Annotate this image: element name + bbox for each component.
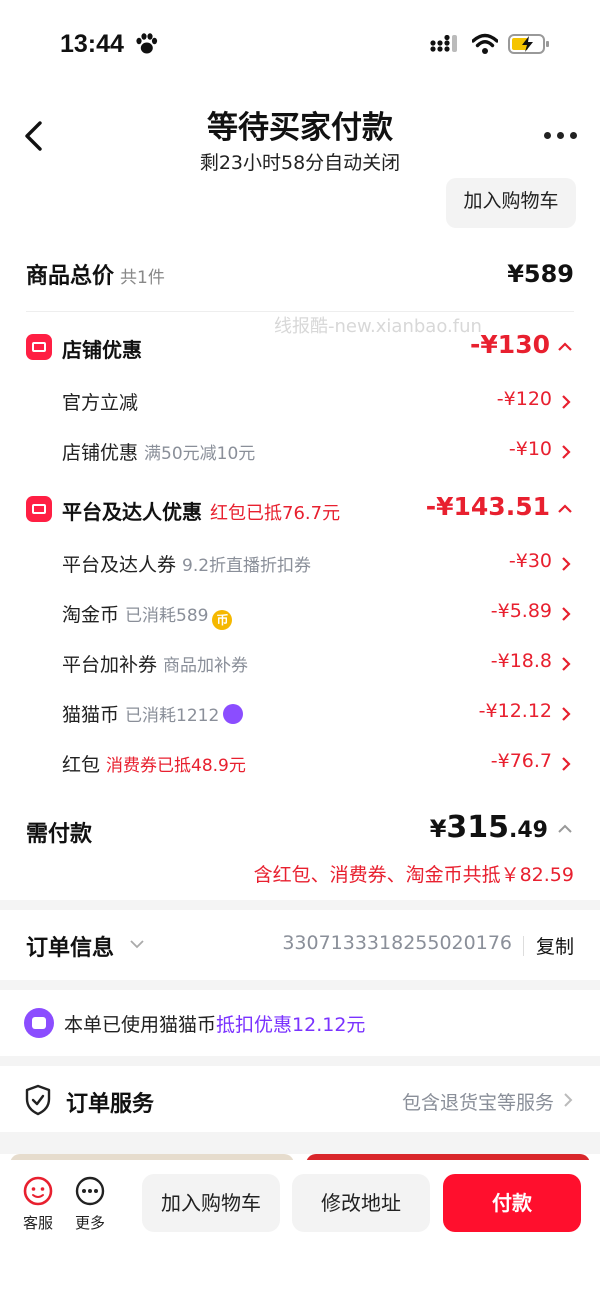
order-number: 3307133318255020176 — [282, 932, 512, 954]
goods-total-row: 商品总价 共1件 ¥589 — [26, 258, 574, 298]
discount-item-platform-bonus[interactable]: 平台加补券 商品加补券 -¥18.8 — [62, 648, 574, 680]
red-packet-tag: 红包已抵76.7元 — [210, 503, 341, 524]
more-button[interactable]: 更多 — [70, 1176, 110, 1233]
chevron-up-icon[interactable] — [558, 340, 572, 354]
catcoin-notice: 本单已使用猫猫币抵扣优惠12.12元 — [24, 1006, 576, 1040]
discount-item-catcoin[interactable]: 猫猫币 已消耗1212 -¥12.12 — [62, 698, 574, 730]
discount-item-sub: 满50元减10元 — [144, 444, 256, 464]
discount-item-amount: -¥10 — [508, 438, 552, 460]
discount-item-amount: -¥30 — [508, 550, 552, 572]
paw-icon — [136, 33, 158, 54]
order-service-label: 订单服务 — [66, 1092, 155, 1117]
catcoin-notice-text: 本单已使用猫猫币 — [64, 1014, 217, 1036]
order-service-desc: 包含退货宝等服务 — [401, 1092, 554, 1114]
shield-check-icon — [25, 1084, 51, 1116]
section-gap — [0, 980, 600, 990]
payment-row[interactable]: 需付款 ¥315.49 — [26, 810, 574, 854]
discount-item-sub: 商品加补券 — [163, 656, 249, 676]
chevron-up-icon[interactable] — [558, 502, 572, 516]
section-gap — [0, 1132, 600, 1154]
add-to-cart-top-button[interactable]: 加入购物车 — [446, 178, 576, 228]
discount-item-sub: 已消耗1212 — [125, 706, 220, 726]
discount-item-platform-coupon[interactable]: 平台及达人券 9.2折直播折扣券 -¥30 — [62, 548, 574, 580]
discount-item-amount: -¥12.12 — [478, 700, 552, 722]
discount-item-amount: -¥120 — [496, 388, 552, 410]
discount-item-red-packet[interactable]: 红包 消费券已抵48.9元 -¥76.7 — [62, 748, 574, 780]
payment-discount-note: 含红包、消费券、淘金币共抵￥82.59 — [253, 864, 574, 886]
goods-total-amount: ¥589 — [507, 260, 574, 288]
chevron-right-icon — [562, 757, 571, 771]
discount-item-name: 红包 — [62, 754, 101, 776]
discount-item-taojinbi[interactable]: 淘金币 已消耗589 币 -¥5.89 — [62, 598, 574, 630]
discount-item-name: 淘金币 — [62, 604, 120, 626]
store-discount-amount: -¥130 — [470, 330, 550, 359]
bottom-action-bar: 客服 更多 加入购物车 修改地址 付款 — [0, 1160, 600, 1300]
status-time: 13:44 — [60, 30, 124, 58]
discount-item-name: 平台及达人券 — [62, 554, 177, 576]
page-header: 等待买家付款 剩23小时58分自动关闭 — [0, 88, 600, 188]
cat-coin-icon — [223, 704, 244, 724]
order-info-row: 订单信息 3307133318255020176 复制 — [26, 928, 574, 964]
store-discount-label: 店铺优惠 — [62, 338, 142, 362]
section-gap — [0, 1056, 600, 1066]
page-title: 等待买家付款 — [207, 110, 393, 146]
discount-item-name: 官方立减 — [62, 392, 139, 414]
more-label: 更多 — [74, 1214, 105, 1232]
platform-discount-label: 平台及达人优惠 — [62, 500, 202, 524]
discount-item-store[interactable]: 店铺优惠 满50元减10元 -¥10 — [62, 436, 574, 468]
discount-item-amount: -¥5.89 — [490, 600, 552, 622]
chevron-right-icon — [562, 445, 571, 459]
section-gap — [0, 900, 600, 910]
chevron-up-icon[interactable] — [558, 822, 572, 836]
pay-button[interactable]: 付款 — [443, 1174, 581, 1232]
status-bar: 13:44 — [0, 0, 600, 88]
add-to-cart-button[interactable]: 加入购物车 — [142, 1174, 280, 1232]
discount-item-name: 平台加补券 — [62, 654, 158, 676]
cellular-signal-icon — [430, 35, 457, 52]
payment-amount: ¥315.49 — [429, 810, 548, 845]
discount-item-sub: 已消耗589 — [125, 606, 209, 626]
divider — [523, 936, 524, 956]
chevron-right-icon — [564, 1093, 573, 1107]
chevron-right-icon — [562, 557, 571, 571]
chevron-down-icon[interactable] — [130, 938, 144, 950]
chevron-right-icon — [562, 707, 571, 721]
cat-coin-icon — [24, 1008, 54, 1038]
chevron-right-icon — [562, 607, 571, 621]
catcoin-notice-highlight: 抵扣优惠12.12元 — [216, 1014, 366, 1036]
store-discount-icon — [26, 334, 52, 360]
battery-charging-icon — [508, 34, 549, 54]
more-options-icon[interactable] — [544, 132, 578, 144]
chevron-right-icon — [562, 395, 571, 409]
order-info-label: 订单信息 — [26, 936, 115, 961]
payment-label: 需付款 — [26, 822, 93, 847]
goods-count: 共1件 — [120, 268, 165, 288]
platform-discount-header[interactable]: 平台及达人优惠 红包已抵76.7元 -¥143.51 — [26, 492, 576, 528]
customer-service-button[interactable]: 客服 — [18, 1176, 58, 1233]
wifi-icon — [472, 33, 498, 54]
chevron-right-icon — [562, 657, 571, 671]
coin-icon: 币 — [212, 610, 233, 630]
modify-address-button[interactable]: 修改地址 — [292, 1174, 430, 1232]
discount-item-sub: 消费券已抵48.9元 — [106, 756, 246, 776]
discount-item-amount: -¥18.8 — [490, 650, 552, 672]
discount-item-sub: 9.2折直播折扣券 — [182, 556, 312, 576]
store-discount-header[interactable]: 店铺优惠 -¥130 — [26, 330, 576, 366]
discount-item-official[interactable]: 官方立减 -¥120 — [62, 386, 574, 418]
goods-total-label: 商品总价 — [26, 264, 115, 289]
auto-close-countdown: 剩23小时58分自动关闭 — [199, 152, 401, 174]
discount-item-amount: -¥76.7 — [490, 750, 552, 772]
order-service-row[interactable]: 订单服务 包含退货宝等服务 — [24, 1082, 576, 1118]
more-icon — [75, 1176, 105, 1206]
platform-discount-amount: -¥143.51 — [425, 492, 550, 521]
discount-item-name: 猫猫币 — [62, 704, 120, 726]
customer-service-label: 客服 — [22, 1214, 53, 1232]
discount-item-name: 店铺优惠 — [62, 442, 139, 464]
customer-service-icon — [23, 1176, 53, 1206]
platform-discount-icon — [26, 496, 52, 522]
copy-button[interactable]: 复制 — [536, 932, 574, 959]
